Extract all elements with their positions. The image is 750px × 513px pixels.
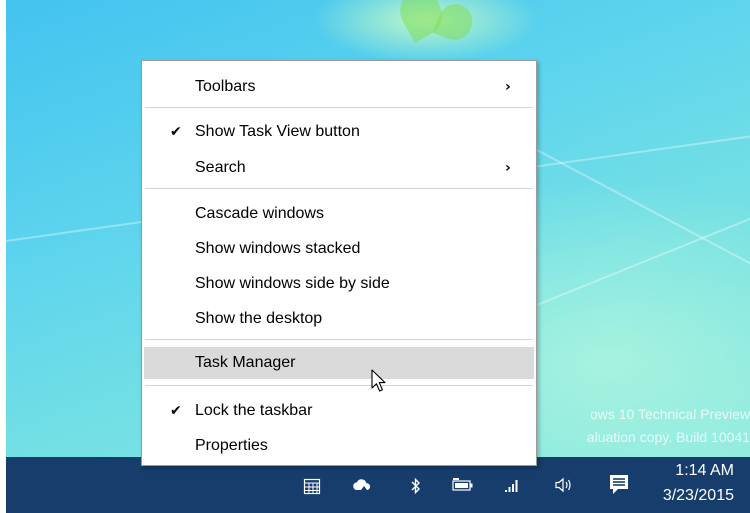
menu-item-show-task-view-button[interactable]: ✔ Show Task View button [144,116,534,148]
menu-item-label: Search [195,159,246,176]
taskbar-context-menu: Toolbars › ✔ Show Task View button Searc… [141,60,537,466]
menu-item-properties[interactable]: Properties [144,430,534,462]
menu-item-show-the-desktop[interactable]: Show the desktop [144,303,534,335]
menu-item-lock-the-taskbar[interactable]: ✔ Lock the taskbar [144,395,534,427]
menu-item-label: Cascade windows [195,205,324,222]
menu-item-task-manager[interactable]: Task Manager [144,347,534,379]
submenu-arrow-icon: › [505,79,511,95]
menu-separator [145,188,533,189]
submenu-arrow-icon: › [505,160,511,176]
menu-item-label: Toolbars [195,78,256,95]
menu-separator [145,385,533,386]
menu-item-cascade-windows[interactable]: Cascade windows [144,198,534,230]
menu-item-label: Show windows stacked [195,240,361,257]
calendar-icon[interactable] [302,477,322,497]
battery-icon[interactable] [452,477,473,497]
bluetooth-icon[interactable] [406,477,426,497]
clock-time[interactable]: 1:14 AM [675,462,734,480]
windows-watermark: ows 10 Technical Preview aluation copy. … [587,403,750,449]
checkmark-icon: ✔ [170,124,182,140]
menu-item-search[interactable]: Search › [144,152,534,184]
menu-item-label: Task Manager [195,354,296,371]
menu-item-label: Lock the taskbar [195,402,313,419]
checkmark-icon: ✔ [170,403,182,419]
menu-item-label: Properties [195,437,268,454]
menu-separator [145,339,533,340]
volume-icon[interactable] [554,477,574,497]
watermark-line-1: ows 10 Technical Preview [589,406,750,422]
mouse-pointer-icon [371,369,387,400]
menu-separator [145,107,533,108]
menu-item-label: Show Task View button [195,123,360,140]
menu-item-label: Show the desktop [195,310,323,327]
menu-item-toolbars[interactable]: Toolbars › [144,71,534,103]
clock-date[interactable]: 3/23/2015 [663,487,734,505]
watermark-line-2: aluation copy. Build 10041 [586,429,750,445]
action-center-icon[interactable] [608,473,630,497]
menu-item-label: Show windows side by side [195,275,390,292]
network-signal-icon[interactable] [502,477,522,497]
menu-item-show-windows-stacked[interactable]: Show windows stacked [144,233,534,265]
onedrive-cloud-icon[interactable] [352,477,372,497]
menu-item-show-windows-side-by-side[interactable]: Show windows side by side [144,268,534,300]
